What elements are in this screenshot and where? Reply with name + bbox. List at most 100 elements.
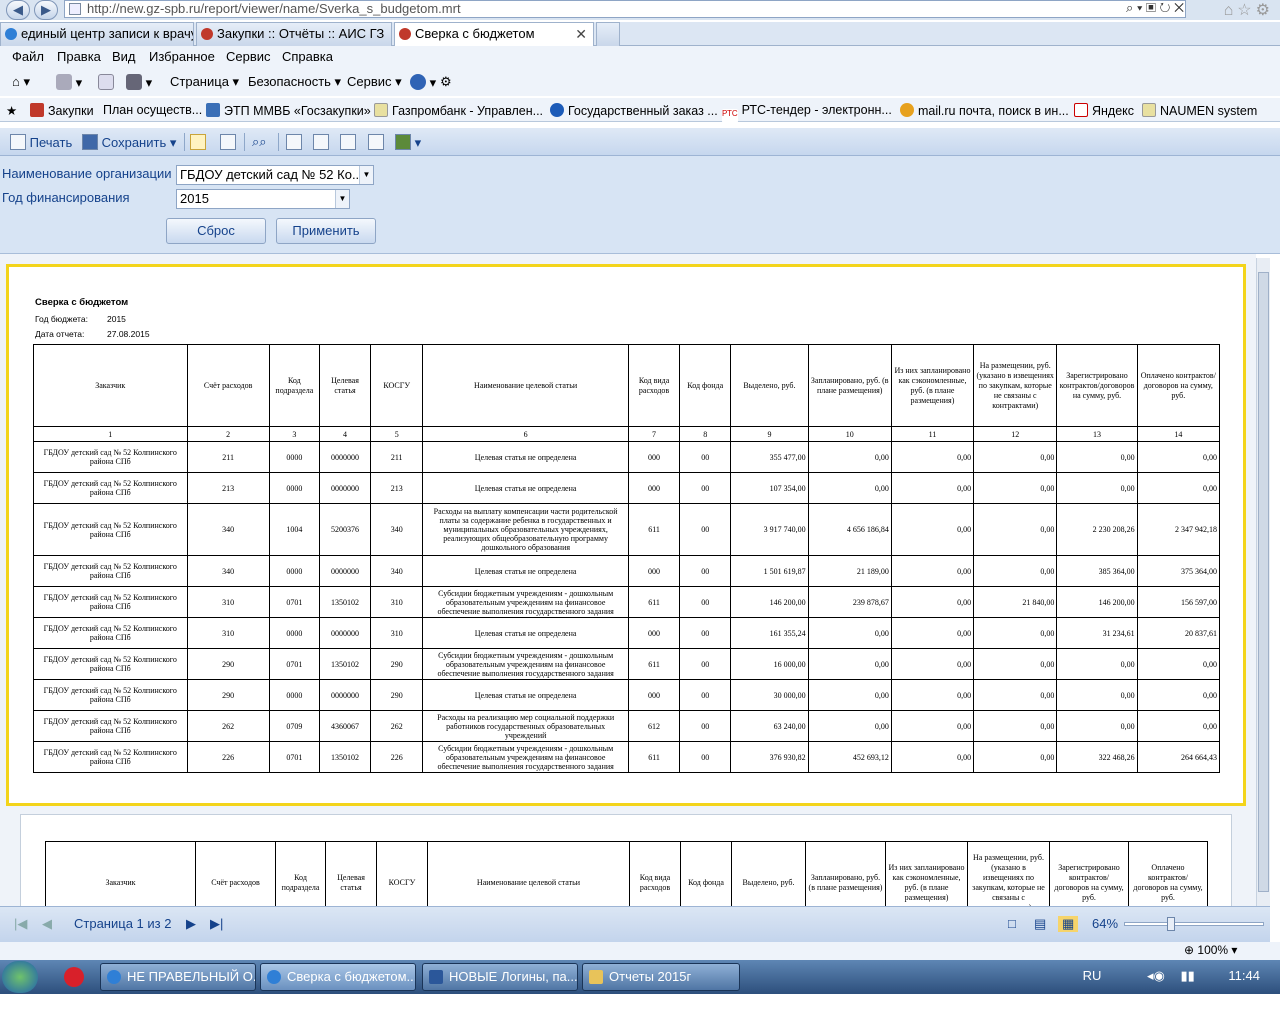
save-button[interactable]: Сохранить ▾ <box>82 134 176 151</box>
page-setup-icon[interactable] <box>368 134 384 150</box>
printer-icon <box>10 134 26 150</box>
network-icon[interactable]: ▮▮ <box>1180 968 1194 983</box>
help-icon[interactable]: ▾ <box>410 74 436 91</box>
speaker-icon[interactable]: ◂◉ <box>1147 968 1165 983</box>
tab-medical[interactable]: единый центр записи к врачу... <box>0 22 194 46</box>
mail-icon[interactable] <box>98 74 114 90</box>
table-cell: ГБДОУ детский сад № 52 Колпинского район… <box>33 741 188 773</box>
fav-yandex[interactable]: Яндекс <box>1074 103 1134 118</box>
clock[interactable]: 11:44 <box>1228 968 1260 983</box>
table-cell: 00 <box>679 648 732 680</box>
single-page-view-icon[interactable]: □ <box>1008 916 1016 931</box>
task-word[interactable]: НОВЫЕ Логины, па... <box>422 963 578 991</box>
taskbar: НЕ ПРАВЕЛЬНЫЙ О... Сверка с бюджетом... … <box>0 960 1280 994</box>
close-tab-icon[interactable]: ✕ <box>575 23 587 45</box>
table-row: ГБДОУ детский сад № 52 Колпинского район… <box>33 472 1221 504</box>
column-header: Код фонда <box>679 344 732 427</box>
url-field[interactable]: http://new.gz-spb.ru/report/viewer/name/… <box>64 0 1186 18</box>
gear-icon[interactable]: ⚙ <box>440 74 452 90</box>
fav-plan[interactable]: План осуществ... <box>103 103 202 117</box>
apply-button[interactable]: Применить <box>276 218 376 244</box>
table-cell: 385 364,00 <box>1056 555 1138 587</box>
menu-help[interactable]: Справка <box>282 49 333 64</box>
new-tab-button[interactable] <box>596 22 620 46</box>
fav-rts[interactable]: РТС РТС-тендер - электронн... <box>722 103 892 123</box>
view-mode-icon[interactable]: ▾ <box>395 134 421 151</box>
table-row: ГБДОУ детский сад № 52 Колпинского район… <box>33 648 1221 680</box>
favorites-star-icon[interactable]: ★ <box>6 103 17 118</box>
service-menu[interactable]: Сервис ▾ <box>347 74 402 90</box>
single-page-icon[interactable] <box>286 134 302 150</box>
continuous-icon[interactable] <box>313 134 329 150</box>
multiple-pages-icon[interactable] <box>340 134 356 150</box>
menu-favorites[interactable]: Избранное <box>149 49 215 64</box>
zoom-slider-thumb[interactable] <box>1167 917 1175 931</box>
task-folder[interactable]: Отчеты 2015г <box>582 963 740 991</box>
vertical-scrollbar[interactable] <box>1256 258 1270 906</box>
menu-file[interactable]: Файл <box>12 49 44 64</box>
org-select-value: ГБДОУ детский сад № 52 Ко... <box>180 167 363 182</box>
multi-page-view-icon[interactable]: ▦ <box>1058 916 1079 932</box>
reset-button[interactable]: Сброс <box>166 218 266 244</box>
year-select[interactable]: 2015 ▼ <box>176 189 350 209</box>
prev-page-icon[interactable]: ◀ <box>42 916 52 932</box>
back-button[interactable]: ◀ <box>6 0 30 20</box>
table-cell: 290 <box>370 648 424 680</box>
parameters-toggle-icon[interactable] <box>190 134 206 150</box>
fav-mailru[interactable]: mail.ru почта, поиск в ин... <box>900 103 1069 118</box>
site-icon <box>201 28 213 40</box>
org-select[interactable]: ГБДОУ детский сад № 52 Ко... ▼ <box>176 165 374 185</box>
table-cell: 156 597,00 <box>1136 586 1221 618</box>
last-page-icon[interactable]: ▶| <box>210 916 223 932</box>
tab-zakupki[interactable]: Закупки :: Отчёты :: АИС ГЗ <box>196 22 392 46</box>
home-icon[interactable]: ⌂ ▾ <box>12 74 30 90</box>
next-page-icon[interactable]: ▶ <box>186 916 196 932</box>
address-tools[interactable]: ⌕ ▾ ▣ ↻ ✕ <box>1126 0 1184 16</box>
continuous-view-icon[interactable]: ▤ <box>1034 916 1046 932</box>
table-cell: ГБДОУ детский сад № 52 Колпинского район… <box>33 586 188 618</box>
table-cell: 262 <box>186 710 270 742</box>
fav-goszakaz[interactable]: Государственный заказ ... <box>550 103 718 118</box>
scroll-thumb[interactable] <box>1258 272 1269 892</box>
bookmarks-icon[interactable] <box>220 134 236 150</box>
zoom-slider[interactable] <box>1124 917 1264 931</box>
print-button[interactable]: Печать <box>10 134 72 150</box>
column-header: КОСГУ <box>370 344 424 427</box>
fav-naumen[interactable]: NAUMEN system <box>1142 103 1257 118</box>
table-cell: 0000 <box>268 555 320 587</box>
forward-button[interactable]: ▶ <box>34 0 58 20</box>
fav-gazprombank[interactable]: Газпромбанк - Управлен... <box>374 103 543 118</box>
start-button[interactable] <box>2 961 38 993</box>
fav-mmvb[interactable]: ЭТП ММВБ «Госзакупки» <box>206 103 371 118</box>
print-icon[interactable]: ▾ <box>126 74 152 91</box>
find-icon[interactable]: ⌕⌕ <box>252 134 267 150</box>
task-ie-1[interactable]: НЕ ПРАВЕЛЬНЫЙ О... <box>100 963 256 991</box>
ie-zoom[interactable]: ⊕ 100% ▾ <box>1184 943 1237 957</box>
table-cell: 0,00 <box>890 441 975 473</box>
table-cell: 0,00 <box>1136 472 1221 504</box>
table-cell: 0,00 <box>890 710 975 742</box>
task-ie-2[interactable]: Сверка с бюджетом... <box>260 963 416 991</box>
tab-sverka[interactable]: Сверка с бюджетом ✕ <box>394 22 594 46</box>
menu-tools[interactable]: Сервис <box>226 49 271 64</box>
menu-edit[interactable]: Правка <box>57 49 101 64</box>
table-cell: 452 693,12 <box>807 741 892 773</box>
column-number: 1 <box>33 426 188 442</box>
table-cell: 00 <box>679 586 732 618</box>
table-cell: 0000 <box>268 472 320 504</box>
menu-view[interactable]: Вид <box>112 49 136 64</box>
rss-icon[interactable]: ▾ <box>56 74 82 91</box>
fav-zakupki[interactable]: Закупки <box>30 103 94 118</box>
security-menu[interactable]: Безопасность ▾ <box>248 74 341 90</box>
page-menu[interactable]: Страница ▾ <box>170 74 239 90</box>
column-header: Код вида расходов <box>629 841 681 906</box>
table-cell: 0,00 <box>807 679 892 711</box>
floppy-icon <box>82 134 98 150</box>
table-cell: 290 <box>186 648 270 680</box>
tab-label: единый центр записи к врачу... <box>21 26 194 41</box>
opera-icon[interactable] <box>64 967 84 987</box>
language-indicator[interactable]: RU <box>1083 968 1102 983</box>
home-favorites-icons[interactable]: ⌂☆⚙ <box>1224 0 1274 20</box>
first-page-icon[interactable]: |◀ <box>14 916 27 932</box>
table-cell: 239 878,67 <box>807 586 892 618</box>
